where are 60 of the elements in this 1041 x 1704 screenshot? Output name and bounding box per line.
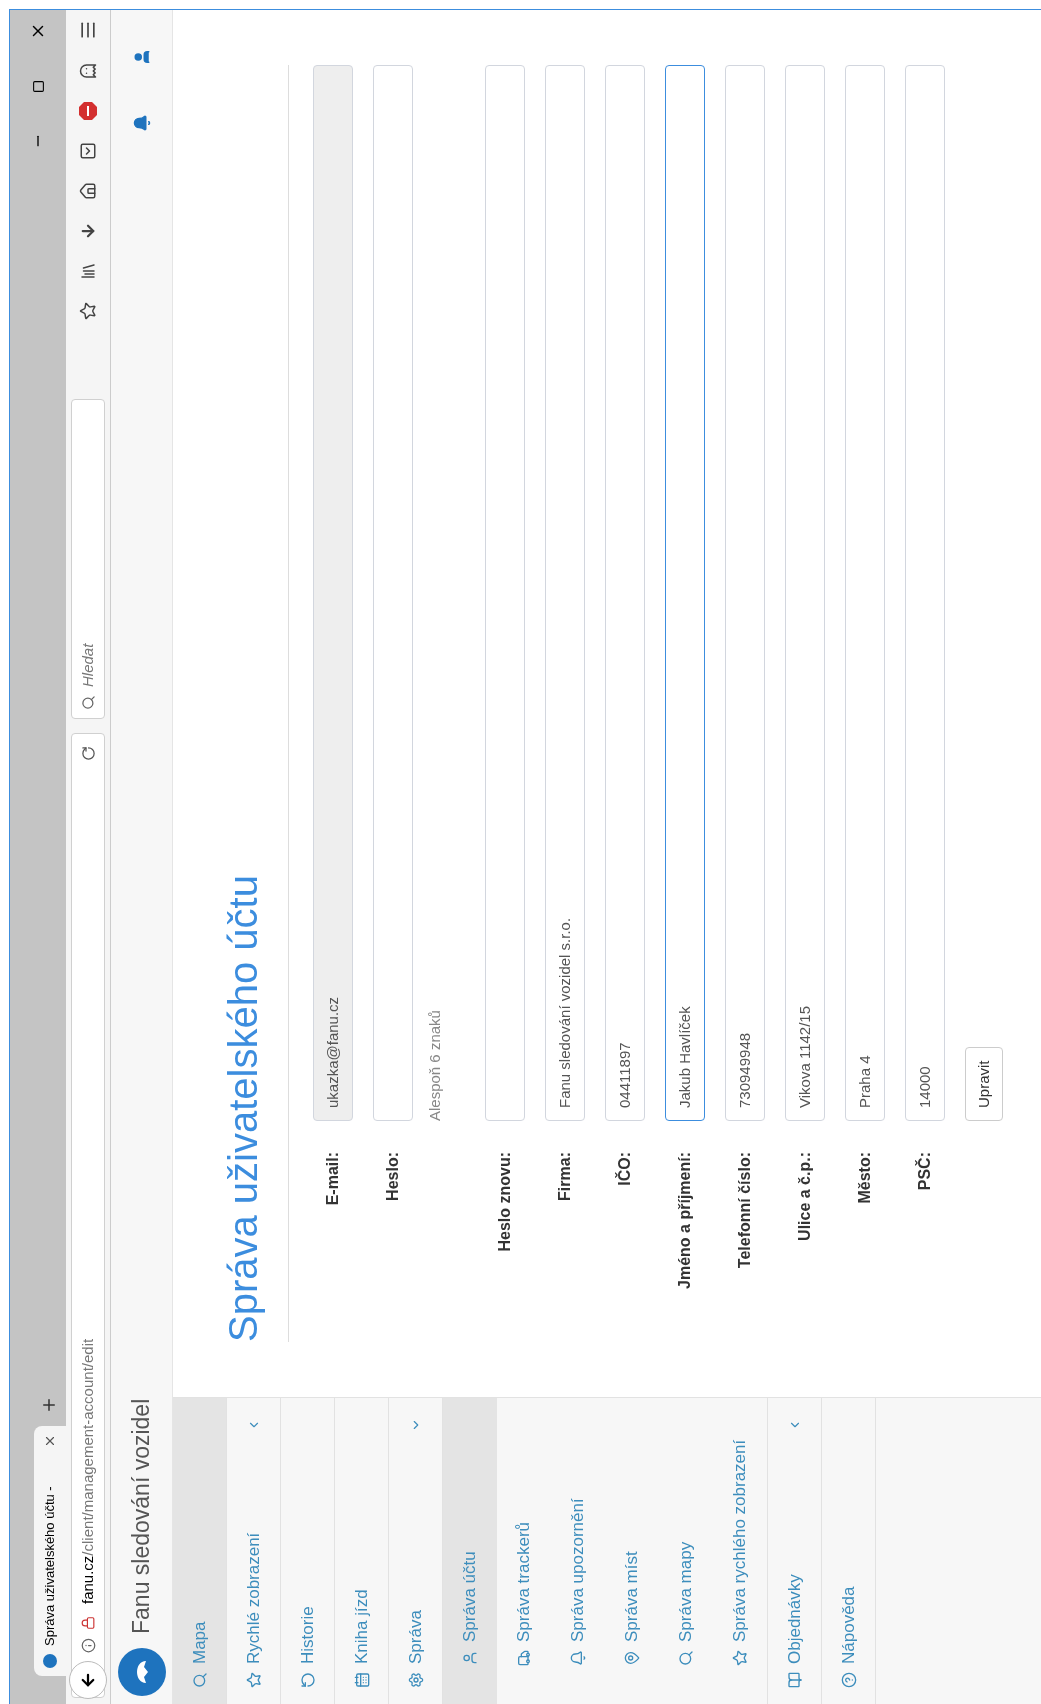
page-title: Správa uživatelského účtu	[220, 874, 266, 1342]
truck-icon	[516, 1650, 532, 1666]
url-text[interactable]: fanu.cz/client/management-account/edit	[76, 1338, 100, 1604]
hint-text: Alespoň 6 znaků	[425, 1009, 444, 1121]
back-icon	[79, 1671, 97, 1689]
star-icon	[245, 1672, 262, 1688]
map-pin-icon	[624, 1650, 640, 1666]
favicon-icon	[43, 1654, 57, 1668]
calendar-icon	[353, 1672, 370, 1688]
browser-tab[interactable]: Správa uživatelského účtu -	[34, 1426, 66, 1676]
field-label: Heslo znovu:	[495, 1152, 514, 1252]
input-field[interactable]: 04411897	[605, 65, 645, 1121]
field-label: IČO:	[614, 1152, 634, 1186]
history-icon	[299, 1672, 316, 1688]
close-icon[interactable]	[43, 1434, 57, 1448]
reload-icon[interactable]	[80, 746, 96, 761]
bell-icon[interactable]	[132, 114, 151, 132]
info-icon	[80, 1638, 96, 1653]
input-field[interactable]: Fanu sledování vozidel s.r.o.	[545, 65, 585, 1121]
question-icon	[840, 1672, 857, 1688]
download-icon[interactable]	[79, 222, 97, 240]
submit-button[interactable]: Upravit	[965, 1047, 1003, 1121]
search-icon	[80, 695, 96, 710]
bell-icon	[570, 1650, 586, 1666]
ghost-icon[interactable]	[79, 62, 97, 80]
input-field[interactable]	[485, 65, 525, 1121]
search-icon	[678, 1650, 694, 1666]
settings-icon	[407, 1672, 424, 1688]
field-label: Firma:	[555, 1152, 574, 1201]
user-icon[interactable]	[132, 48, 151, 66]
stop-sign-icon[interactable]	[79, 102, 97, 120]
search-icon	[191, 1672, 208, 1688]
input-field[interactable]: Jakub Havlíček	[665, 65, 705, 1121]
star-icon[interactable]	[79, 302, 97, 320]
user-icon	[462, 1650, 478, 1666]
input-field[interactable]	[373, 65, 413, 1121]
input-field[interactable]: 14000	[905, 65, 945, 1121]
sidebar-item[interactable]: Správa účtu	[443, 1398, 497, 1704]
field-label: Město:	[855, 1152, 874, 1204]
field-label: PSČ:	[914, 1152, 934, 1191]
field-label: Ulice a č.p.:	[795, 1152, 814, 1241]
input-field[interactable]: Praha 4	[845, 65, 885, 1121]
logo-icon	[117, 1648, 166, 1696]
app-title: Fanu sledování vozidel	[127, 1398, 156, 1634]
field-label: Telefonní číslo:	[735, 1152, 754, 1269]
maximize-icon[interactable]	[31, 80, 45, 93]
sidebar-item[interactable]: Mapa	[173, 1398, 227, 1704]
menu-icon[interactable]	[78, 20, 98, 40]
field-label: Jméno a příjmení:	[675, 1152, 694, 1289]
field-label: E-mail:	[323, 1152, 342, 1206]
input-field[interactable]: Vikova 1142/15	[785, 65, 825, 1121]
field-label: Heslo:	[383, 1152, 402, 1201]
chevron-square-icon[interactable]	[79, 142, 97, 160]
input-field[interactable]: 730949948	[725, 65, 765, 1121]
library-icon[interactable]	[79, 262, 97, 280]
book-icon	[786, 1672, 803, 1688]
search-field[interactable]: Hledat	[71, 399, 105, 719]
star-icon	[732, 1650, 748, 1666]
back-button[interactable]	[69, 1661, 107, 1699]
new-tab-icon[interactable]	[40, 1396, 58, 1414]
